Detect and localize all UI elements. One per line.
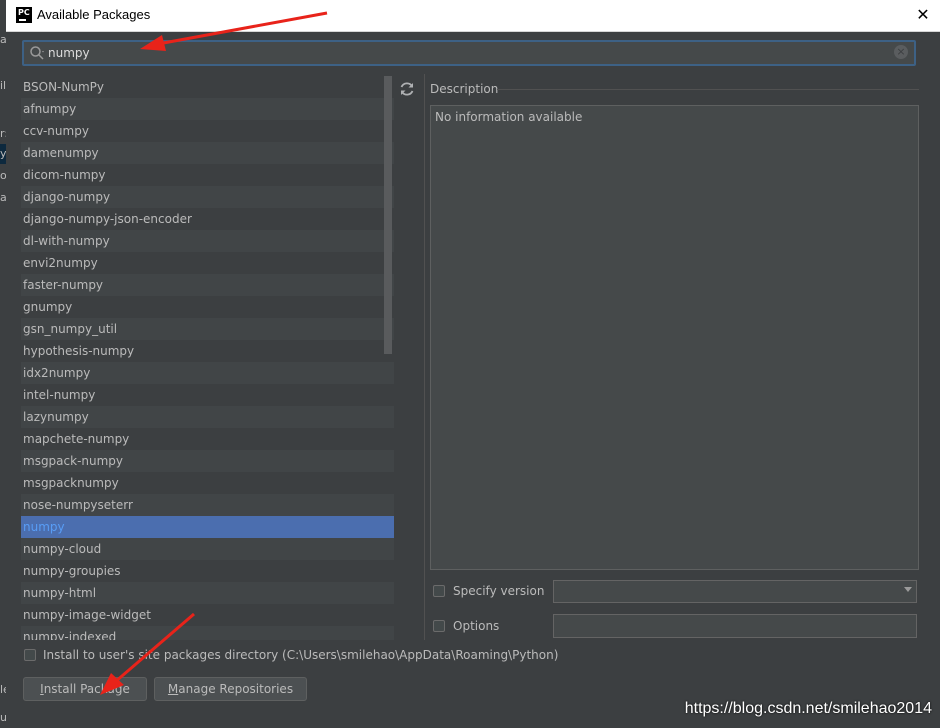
package-list-item[interactable]: msgpacknumpy	[21, 472, 394, 494]
manage-button-label: anage Repositories	[178, 682, 294, 696]
manage-repositories-button[interactable]: Manage Repositories	[154, 677, 307, 701]
title-bar[interactable]: PC Available Packages ✕	[6, 0, 940, 32]
options-input[interactable]	[553, 614, 917, 638]
package-list-item[interactable]: faster-numpy	[21, 274, 394, 296]
package-list-item[interactable]: nose-numpyseterr	[21, 494, 394, 516]
install-to-user-checkbox[interactable]	[24, 649, 36, 661]
manage-mnemonic: M	[167, 682, 179, 696]
package-list-item-selected[interactable]: numpy	[21, 516, 394, 538]
install-button-label: nstall Package	[43, 682, 130, 696]
options-label: Options	[453, 619, 500, 633]
package-list-item[interactable]: intel-numpy	[21, 384, 394, 406]
app-icon-text: PC	[18, 8, 30, 17]
package-list-item[interactable]: numpy-indexed	[21, 626, 394, 640]
package-list-item[interactable]: msgpack-numpy	[21, 450, 394, 472]
package-list-item[interactable]: afnumpy	[21, 98, 394, 120]
specify-version-checkbox[interactable]	[433, 585, 445, 597]
package-list-item[interactable]: ccv-numpy	[21, 120, 394, 142]
package-list-item[interactable]: numpy-image-widget	[21, 604, 394, 626]
search-icon	[30, 46, 44, 60]
pycharm-app-icon: PC	[16, 7, 32, 23]
package-list-item[interactable]: envi2numpy	[21, 252, 394, 274]
package-list[interactable]: BSON-NumPy afnumpy ccv-numpy damenumpy dicom…	[21, 76, 394, 640]
options-checkbox[interactable]	[433, 620, 445, 632]
panel-divider[interactable]	[424, 74, 425, 640]
description-label: Description	[430, 82, 499, 96]
package-list-item[interactable]: numpy-html	[21, 582, 394, 604]
package-search-field[interactable]: ×	[22, 40, 916, 66]
description-text: No information available	[435, 110, 583, 124]
description-separator	[497, 89, 919, 90]
package-list-item[interactable]: hypothesis-numpy	[21, 340, 394, 362]
clear-search-icon[interactable]: ×	[894, 45, 908, 59]
install-to-user-label: Install to user's site packages director…	[43, 648, 559, 662]
package-list-item[interactable]: numpy-groupies	[21, 560, 394, 582]
package-list-item[interactable]: gnumpy	[21, 296, 394, 318]
version-dropdown[interactable]	[553, 580, 917, 603]
package-list-item[interactable]: numpy-cloud	[21, 538, 394, 560]
chevron-down-icon	[904, 587, 912, 592]
reload-list-icon[interactable]	[396, 78, 418, 100]
install-package-button[interactable]: Install Package	[23, 677, 147, 701]
package-list-scrollbar[interactable]	[384, 76, 392, 354]
specify-version-label: Specify version	[453, 584, 545, 598]
dialog-title: Available Packages	[37, 7, 151, 22]
search-input[interactable]	[48, 42, 898, 64]
close-button[interactable]: ✕	[912, 4, 934, 26]
package-list-item[interactable]: mapchete-numpy	[21, 428, 394, 450]
package-list-item[interactable]: django-numpy	[21, 186, 394, 208]
package-list-item[interactable]: idx2numpy	[21, 362, 394, 384]
watermark: https://blog.csdn.net/smilehao2014	[684, 700, 932, 717]
package-list-item[interactable]: dl-with-numpy	[21, 230, 394, 252]
package-list-item[interactable]: BSON-NumPy	[21, 76, 394, 98]
close-icon: ✕	[916, 5, 930, 24]
package-list-item[interactable]: django-numpy-json-encoder	[21, 208, 394, 230]
description-panel: No information available	[430, 105, 919, 570]
package-list-item[interactable]: damenumpy	[21, 142, 394, 164]
available-packages-dialog: PC Available Packages ✕ × BSON-NumPyafnu…	[6, 0, 940, 728]
package-list-item[interactable]: gsn_numpy_util	[21, 318, 394, 340]
package-list-item[interactable]: dicom-numpy	[21, 164, 394, 186]
package-list-item[interactable]: lazynumpy	[21, 406, 394, 428]
